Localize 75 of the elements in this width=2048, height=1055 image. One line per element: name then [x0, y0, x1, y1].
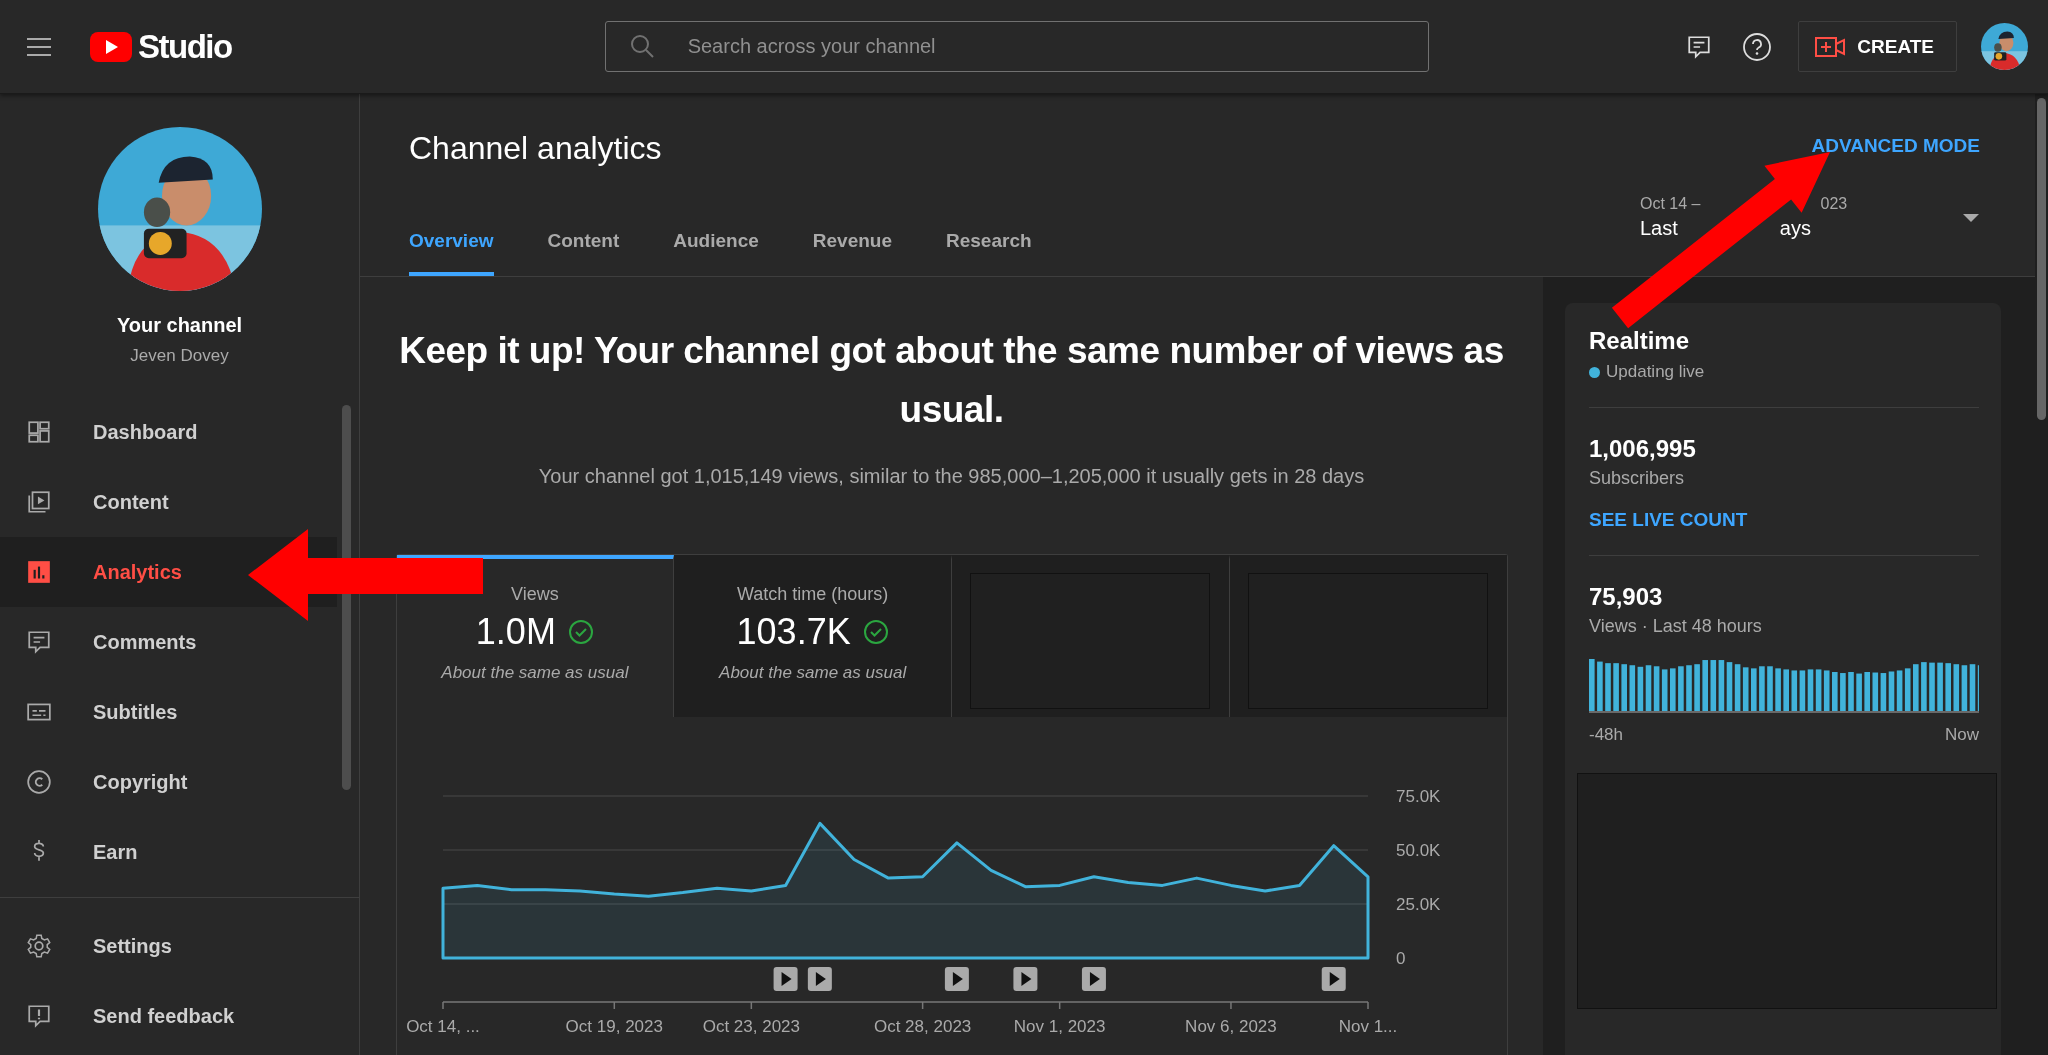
live-dot-icon [1589, 366, 1600, 378]
video-marker-icon[interactable] [1012, 967, 1037, 991]
video-marker-icon[interactable] [944, 967, 969, 991]
create-button[interactable]: CREATE [1798, 21, 1957, 72]
page-title: Channel analytics [409, 129, 663, 168]
caret-icon [1962, 212, 1980, 223]
copyright-icon [26, 769, 52, 795]
bar-chart-icon [26, 559, 52, 585]
video-library-icon [26, 489, 52, 515]
video-marker-icon[interactable] [807, 967, 832, 991]
summary-headline: Keep it up! Your channel got about the same number of views as usual. [398, 329, 1505, 432]
axis-label: Oct 28, 2023 [873, 1017, 971, 1036]
app-name: Studio [138, 27, 232, 66]
axis-label: Now [1945, 725, 1979, 745]
comment-icon [26, 629, 52, 655]
views-label: Views · Last 48 hours [1589, 616, 1763, 637]
realtime-title: Realtime [1589, 327, 1691, 355]
axis-label: 50.0K [1395, 841, 1440, 860]
axis-label: Nov 1, 2023 [1013, 1017, 1105, 1036]
advanced-mode-link[interactable]: ADVANCED MODE [1811, 135, 1980, 157]
axis-label: 75.0K [1395, 787, 1440, 806]
metric-card[interactable]: Views 1.0M About the same as usual [396, 555, 675, 717]
metric-note: About the same as usual [719, 663, 907, 683]
channel-title: Your channel [116, 314, 243, 337]
metric-card[interactable]: Watch time (hours) 103.7K About the same as usual [674, 555, 952, 717]
nav-item[interactable]: Earn [0, 817, 337, 887]
feedback-icon [26, 1003, 52, 1029]
axis-label: Nov 6, 2023 [1184, 1017, 1277, 1036]
nav-item[interactable]: Settings [0, 911, 337, 981]
play-logo-icon [90, 31, 132, 62]
live-status: Updating live [1606, 361, 1705, 383]
search-icon [628, 33, 655, 59]
tab[interactable]: Audience [673, 226, 759, 276]
check-circle-icon [862, 619, 889, 645]
summary-text: Your channel got 1,015,149 views, similar to the 985,000–1,205,000 it usually gets in 28 days [538, 464, 1365, 489]
tab[interactable]: Revenue [812, 226, 892, 276]
metric-label: Watch time (hours) [736, 584, 889, 605]
nav-item[interactable]: Copyright [0, 747, 337, 817]
axis-label: 0 [1395, 949, 1405, 968]
video-marker-icon[interactable] [773, 967, 798, 991]
axis-label: Oct 14, ... [405, 1017, 480, 1036]
dashboard-icon [26, 419, 52, 445]
check-circle-icon [567, 619, 594, 645]
add-video-icon [1815, 35, 1846, 58]
axis-label: -48h [1589, 725, 1624, 745]
metric-label: Views [511, 584, 559, 605]
subscriber-count: 1,006,995 [1589, 434, 1697, 464]
subscriber-label: Subscribers [1589, 468, 1686, 489]
settings-icon [26, 933, 52, 959]
channel-name: Jeven Dovey [130, 346, 229, 366]
axis-label: Nov 1... [1338, 1017, 1397, 1036]
tab[interactable]: Overview [409, 226, 494, 276]
views-count: 75,903 [1589, 582, 1664, 612]
video-marker-icon[interactable] [1321, 967, 1346, 991]
tab[interactable]: Content [547, 226, 620, 276]
axis-label: Oct 23, 2023 [702, 1017, 800, 1036]
search-field[interactable]: Search across your channel [604, 21, 1429, 72]
scrollbar[interactable] [342, 405, 351, 790]
nav-item[interactable]: Content [0, 467, 337, 537]
metric-value: 1.0M [475, 611, 556, 653]
nav-item[interactable]: Subtitles [0, 677, 337, 747]
menu-icon [26, 36, 52, 57]
live-count-link[interactable]: SEE LIVE COUNT [1589, 509, 1748, 531]
scrollbar[interactable] [2037, 98, 2046, 420]
nav-item[interactable]: Send feedback [0, 981, 337, 1051]
axis-label: 25.0K [1395, 895, 1440, 914]
axis-label: Oct 19, 2023 [565, 1017, 663, 1036]
nav-item[interactable]: Dashboard [0, 397, 337, 467]
date-range-dropdown[interactable]: Oct 14 – 023 Last ays [1640, 195, 1980, 240]
metric-value: 103.7K [736, 611, 851, 653]
nav-item[interactable]: Comments [0, 607, 337, 677]
video-marker-icon[interactable] [1081, 967, 1106, 991]
tab[interactable]: Research [946, 226, 1032, 276]
metric-note: About the same as usual [441, 663, 629, 683]
help-icon[interactable] [1742, 31, 1773, 62]
